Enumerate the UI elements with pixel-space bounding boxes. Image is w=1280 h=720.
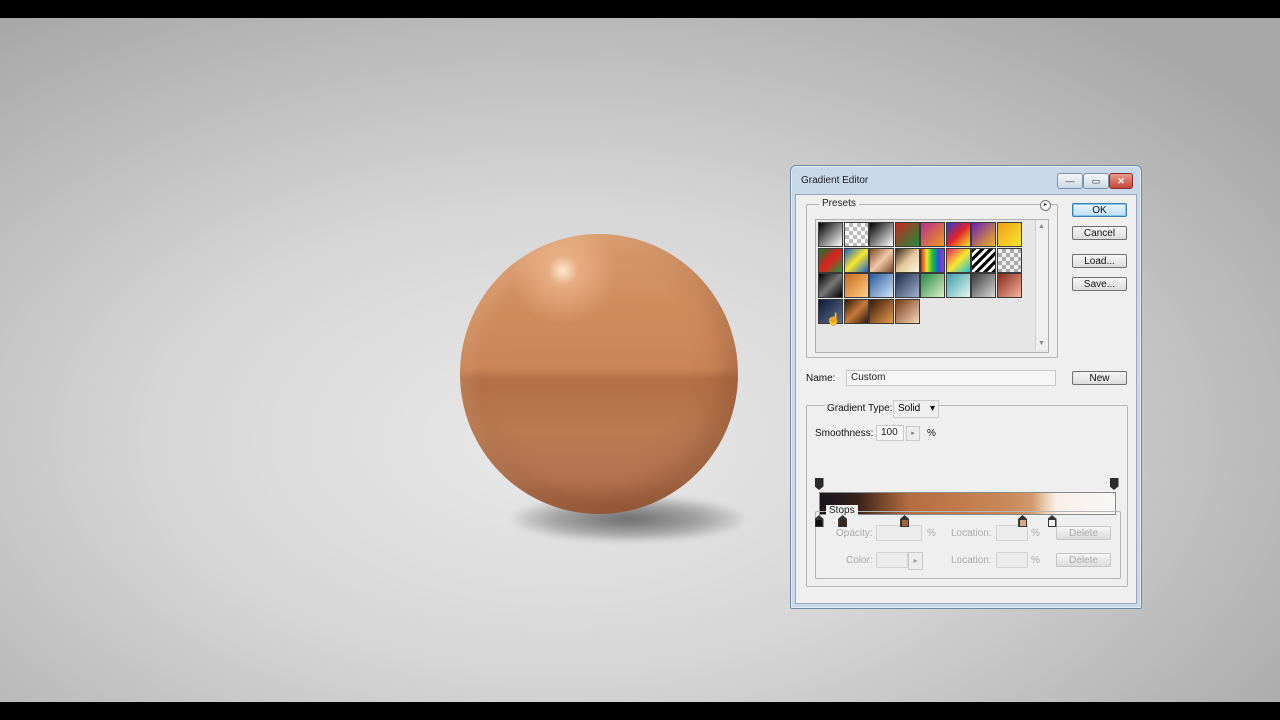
dialog-title: Gradient Editor bbox=[801, 175, 869, 186]
opacity-input[interactable] bbox=[876, 525, 922, 541]
color-label: Color: bbox=[846, 555, 873, 566]
play-icon: ▸ bbox=[913, 556, 918, 565]
hand-cursor-icon: ☝ bbox=[826, 312, 841, 326]
gradient-type-select[interactable]: Solid ▾ bbox=[893, 400, 939, 418]
gradient-type-label: Gradient Type: bbox=[825, 403, 895, 414]
opacity-label: Opacity: bbox=[836, 528, 873, 539]
preset-swatch[interactable] bbox=[843, 222, 869, 247]
preset-swatch[interactable] bbox=[843, 247, 869, 273]
preset-swatch[interactable] bbox=[996, 273, 1022, 298]
preset-swatch[interactable] bbox=[894, 247, 920, 273]
presets-label: Presets bbox=[819, 198, 859, 209]
color-stop-fill bbox=[816, 519, 822, 526]
preset-grid: ▲ ▼ bbox=[815, 219, 1049, 353]
minimize-icon: — bbox=[1065, 176, 1075, 186]
chevron-down-icon: ▾ bbox=[929, 403, 935, 414]
name-input[interactable]: Custom bbox=[846, 370, 1056, 386]
opacity-unit: % bbox=[927, 528, 936, 539]
preset-swatch[interactable] bbox=[920, 247, 945, 273]
title-bar[interactable]: Gradient Editor — ▭ ✕ bbox=[791, 166, 1141, 194]
presets-menu-icon[interactable]: ▸ bbox=[1040, 200, 1051, 211]
new-button[interactable]: New bbox=[1072, 371, 1127, 385]
color-location-label: Location: bbox=[951, 555, 992, 566]
smoothness-input[interactable]: 100 bbox=[876, 425, 904, 441]
preset-swatch[interactable] bbox=[971, 222, 996, 247]
close-button[interactable]: ✕ bbox=[1109, 173, 1133, 189]
preset-swatch[interactable] bbox=[843, 273, 869, 298]
preset-swatch[interactable] bbox=[996, 222, 1022, 247]
preset-swatch[interactable] bbox=[843, 298, 869, 324]
color-location-input[interactable] bbox=[996, 552, 1028, 568]
opacity-location-label: Location: bbox=[951, 528, 992, 539]
color-picker-arrow[interactable]: ▸ bbox=[908, 552, 923, 570]
load-button[interactable]: Load... bbox=[1072, 254, 1127, 268]
gradient-type-value: Solid bbox=[898, 403, 921, 414]
preset-swatch[interactable] bbox=[920, 273, 945, 298]
ok-button[interactable]: OK bbox=[1072, 203, 1127, 217]
preset-swatch[interactable] bbox=[869, 273, 894, 298]
smoothness-unit: % bbox=[927, 428, 936, 439]
preset-swatch[interactable] bbox=[869, 247, 894, 273]
opacity-location-input[interactable] bbox=[996, 525, 1028, 541]
scroll-down-icon[interactable]: ▼ bbox=[1038, 340, 1045, 347]
preset-swatch[interactable] bbox=[945, 222, 971, 247]
preset-swatch[interactable] bbox=[894, 273, 920, 298]
stops-group: Stops bbox=[815, 505, 1121, 579]
smoothness-label: Smoothness: bbox=[815, 428, 874, 439]
preset-swatch[interactable] bbox=[818, 247, 843, 273]
color-stop-fill bbox=[901, 519, 908, 526]
preset-swatch[interactable] bbox=[818, 273, 843, 298]
gradient-editor-dialog: Gradient Editor — ▭ ✕ Presets ▸ ▲ ▼ ☝ OK… bbox=[790, 165, 1142, 609]
close-icon: ✕ bbox=[1117, 175, 1125, 186]
preset-swatch[interactable] bbox=[869, 222, 894, 247]
color-stop-fill bbox=[1019, 519, 1026, 526]
preset-scrollbar[interactable]: ▲ ▼ bbox=[1035, 220, 1048, 350]
scroll-up-icon[interactable]: ▲ bbox=[1038, 223, 1045, 230]
delete-color-stop-button[interactable]: Delete bbox=[1056, 553, 1111, 567]
color-location-unit: % bbox=[1031, 555, 1040, 566]
dialog-client-area: Presets ▸ ▲ ▼ ☝ OK Cancel Load... Save..… bbox=[795, 194, 1137, 604]
stops-label: Stops bbox=[826, 505, 858, 516]
preset-swatch[interactable] bbox=[894, 222, 920, 247]
color-swatch-field[interactable] bbox=[876, 552, 908, 568]
preset-swatch[interactable] bbox=[818, 222, 843, 247]
preset-swatch[interactable] bbox=[996, 247, 1022, 273]
smoothness-spinner[interactable]: ▸ bbox=[906, 426, 920, 441]
preset-swatch[interactable] bbox=[971, 247, 996, 273]
preset-swatch[interactable] bbox=[920, 222, 945, 247]
color-stop-fill bbox=[839, 519, 846, 526]
maximize-button[interactable]: ▭ bbox=[1083, 173, 1109, 189]
spinner-icon: ▸ bbox=[911, 430, 915, 437]
preset-swatch[interactable] bbox=[869, 298, 894, 324]
cancel-button[interactable]: Cancel bbox=[1072, 226, 1127, 240]
delete-opacity-stop-button[interactable]: Delete bbox=[1056, 526, 1111, 540]
preset-swatch[interactable] bbox=[971, 273, 996, 298]
preset-swatch[interactable] bbox=[945, 273, 971, 298]
preset-swatch[interactable] bbox=[945, 247, 971, 273]
color-stop-fill bbox=[1049, 519, 1056, 526]
copper-sphere bbox=[460, 234, 738, 514]
save-button[interactable]: Save... bbox=[1072, 277, 1127, 291]
maximize-icon: ▭ bbox=[1091, 175, 1101, 186]
preset-swatch[interactable] bbox=[894, 298, 920, 324]
presets-group: Presets ▸ ▲ ▼ ☝ bbox=[806, 198, 1058, 358]
name-label: Name: bbox=[806, 373, 836, 384]
opacity-location-unit: % bbox=[1031, 528, 1040, 539]
minimize-button[interactable]: — bbox=[1057, 173, 1083, 189]
